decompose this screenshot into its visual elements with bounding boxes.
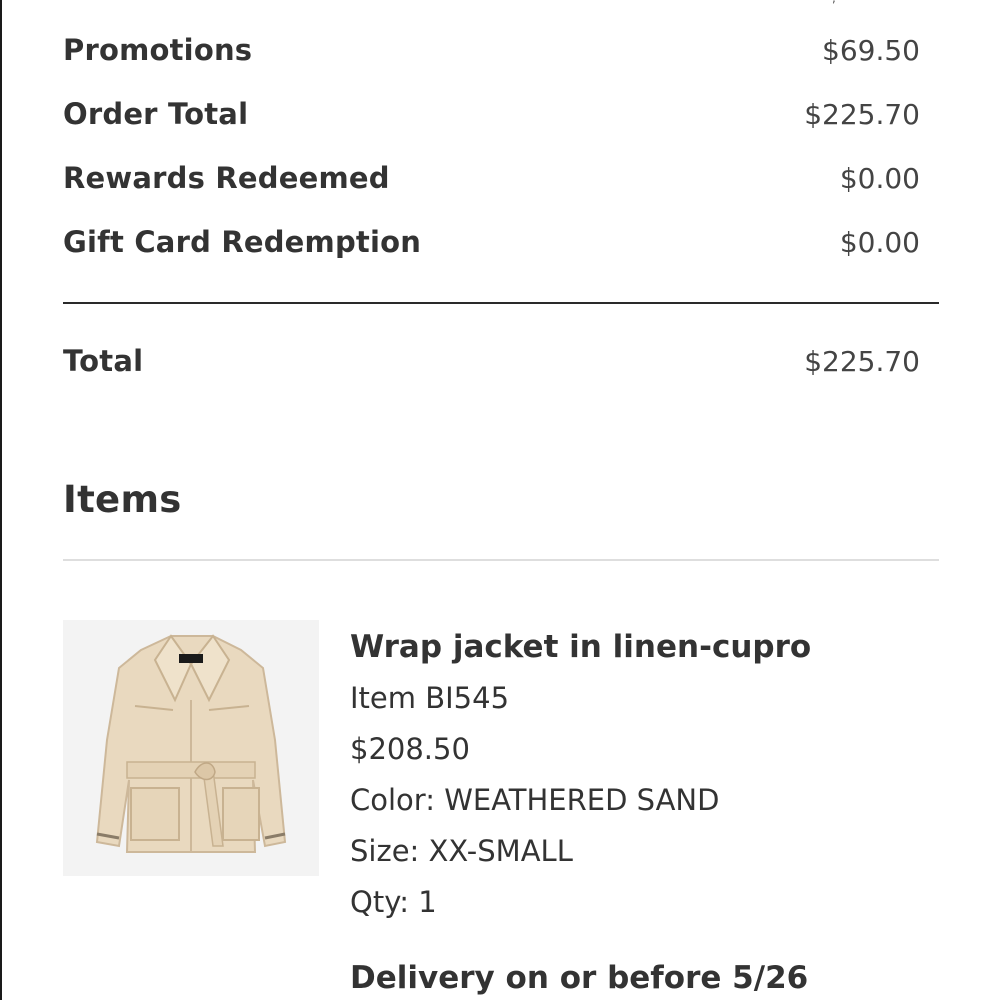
item-size: Size: XX-SMALL	[350, 834, 573, 868]
promotions-value: $69.50	[822, 33, 920, 67]
clipped-text-fragment: ,	[832, 0, 842, 4]
order-total-label: Order Total	[63, 97, 249, 131]
rewards-redeemed-label: Rewards Redeemed	[63, 161, 390, 195]
promotions-label: Promotions	[63, 33, 253, 67]
summary-row-promotions: Promotions $69.50	[63, 18, 920, 82]
items-heading: Items	[63, 478, 182, 521]
summary-divider	[63, 302, 939, 304]
item-card: Wrap jacket in linen-cupro Item BI545 $2…	[63, 620, 939, 1000]
item-price: $208.50	[350, 732, 470, 766]
order-total-value: $225.70	[804, 97, 920, 131]
wrap-jacket-image[interactable]	[63, 620, 319, 876]
item-qty: Qty: 1	[350, 885, 437, 919]
summary-row-total: Total $225.70	[63, 330, 920, 392]
left-edge-border	[0, 0, 2, 1000]
total-label: Total	[63, 344, 144, 378]
rewards-redeemed-value: $0.00	[839, 161, 920, 195]
gift-card-redemption-label: Gift Card Redemption	[63, 225, 422, 259]
items-divider	[63, 559, 939, 561]
item-name[interactable]: Wrap jacket in linen-cupro	[350, 622, 940, 673]
summary-row-rewards-redeemed: Rewards Redeemed $0.00	[63, 146, 920, 210]
total-value: $225.70	[804, 344, 920, 378]
item-number: Item BI545	[350, 681, 510, 715]
item-details: Wrap jacket in linen-cupro Item BI545 $2…	[350, 622, 940, 1000]
item-color: Color: WEATHERED SAND	[350, 783, 720, 817]
summary-row-gift-card-redemption: Gift Card Redemption $0.00	[63, 210, 920, 274]
delivery-estimate: Delivery on or before 5/26	[350, 960, 809, 996]
summary-row-order-total: Order Total $225.70	[63, 82, 920, 146]
order-summary: Promotions $69.50 Order Total $225.70 Re…	[63, 18, 920, 274]
gift-card-redemption-value: $0.00	[839, 225, 920, 259]
